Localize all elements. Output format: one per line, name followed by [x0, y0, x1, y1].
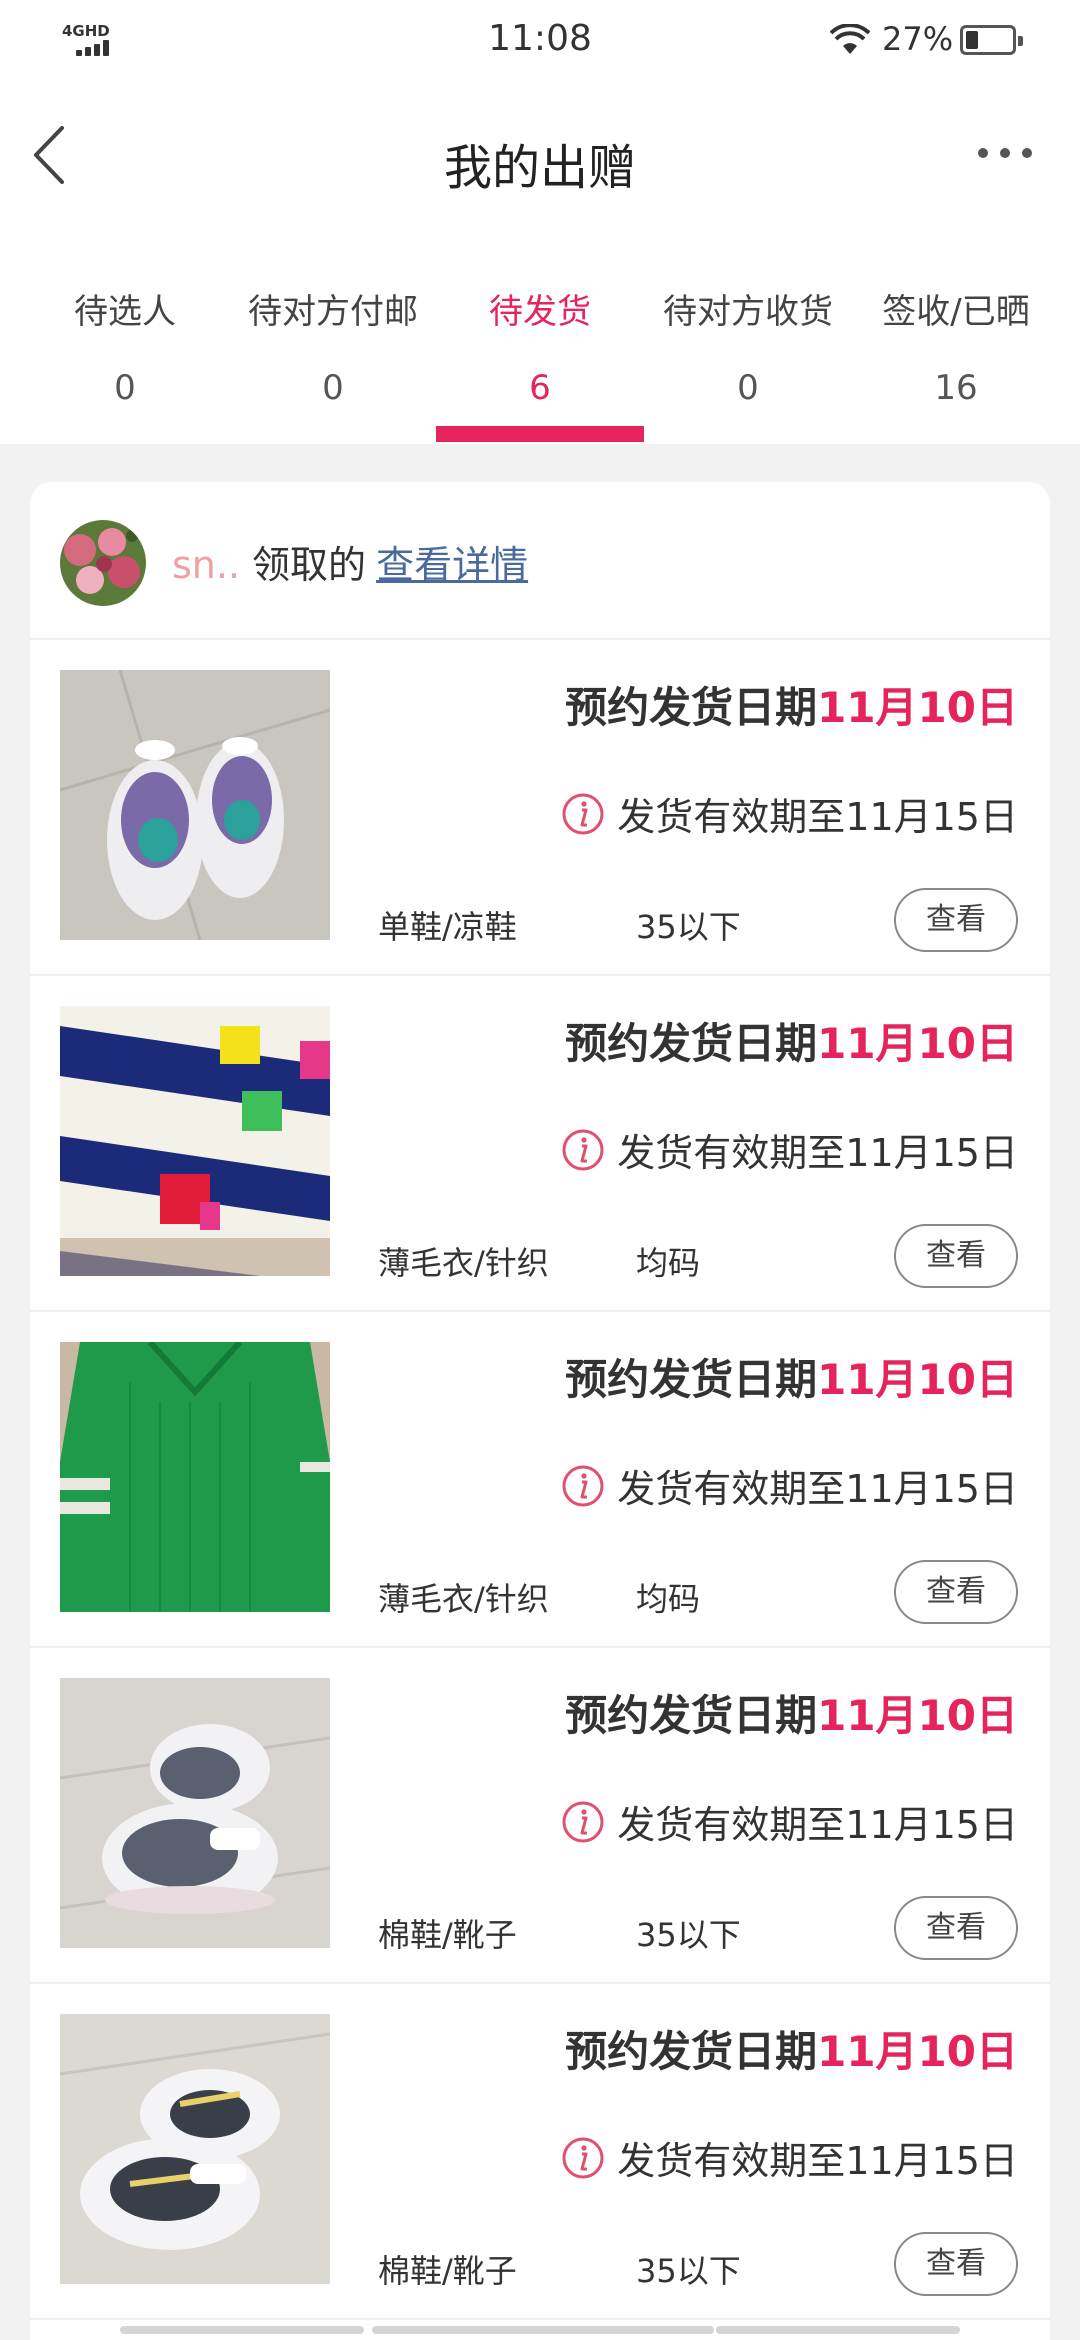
schedule-date: 11月10日 [817, 2027, 1018, 2076]
claimed-label: 领取的 [252, 543, 367, 587]
list-item: 预约发货日期11月10日 发货有效期至11月15日 单鞋/凉鞋 35以下 查看 [30, 640, 1050, 976]
wifi-icon [830, 24, 870, 54]
tab-label: 签收/已晒 [882, 292, 1030, 332]
status-tabs: 待选人 0 待对方付邮 0 待发货 6 待对方收货 0 签收/已晒 16 [0, 230, 1080, 444]
tab-label: 待对方收货 [663, 292, 833, 332]
claimant-username[interactable]: sn.. [172, 543, 240, 587]
item-size: 35以下 [636, 1916, 741, 1954]
tab-label: 待发货 [489, 292, 591, 332]
list-item: 预约发货日期11月10日 发货有效期至11月15日 棉鞋/靴子 35以下 查看 [30, 1984, 1050, 2320]
tab-pending-shipment[interactable]: 待发货 6 [436, 230, 644, 444]
item-category: 棉鞋/靴子 [378, 2252, 517, 2290]
purple-sneakers-image[interactable] [60, 670, 330, 940]
battery-icon [960, 25, 1023, 55]
schedule-label: 预约发货日期 [565, 1355, 818, 1404]
green-sweater-image[interactable] [60, 1342, 330, 1612]
item-category: 薄毛衣/针织 [378, 1580, 549, 1618]
tab-pending-receipt[interactable]: 待对方收货 0 [644, 230, 852, 444]
card-header: sn.. 领取的 查看详情 [30, 482, 1050, 640]
info-icon [562, 793, 604, 834]
validity-text: 发货有效期至11月15日 [617, 2139, 1018, 2183]
schedule-label: 预约发货日期 [565, 683, 818, 732]
bottom-scroll-hint [0, 2326, 1080, 2336]
scheduled-shipping-date: 预约发货日期11月10日 [565, 1346, 1018, 1407]
view-details-link[interactable]: 查看详情 [376, 543, 528, 587]
info-icon [562, 1801, 604, 1842]
avatar[interactable] [60, 520, 146, 606]
shipping-validity: 发货有效期至11月15日 [561, 786, 1018, 841]
list-item: 预约发货日期11月10日 发货有效期至11月15日 薄毛衣/针织 均码 查看 [30, 976, 1050, 1312]
tab-received[interactable]: 签收/已晒 16 [852, 230, 1060, 444]
shipping-validity: 发货有效期至11月15日 [561, 2130, 1018, 2185]
tab-pending-postage[interactable]: 待对方付邮 0 [229, 230, 437, 444]
active-tab-indicator [436, 426, 644, 442]
info-icon [562, 1129, 604, 1170]
tab-pending-selection[interactable]: 待选人 0 [21, 230, 229, 444]
page-title: 我的出赠 [443, 140, 636, 196]
schedule-date: 11月10日 [817, 1355, 1018, 1404]
schedule-label: 预约发货日期 [565, 1691, 818, 1740]
claimant-line: sn.. 领取的 查看详情 [172, 534, 528, 589]
view-button[interactable]: 查看 [894, 1224, 1018, 1288]
info-icon [562, 2137, 604, 2178]
list-item: 预约发货日期11月10日 发货有效期至11月15日 薄毛衣/针织 均码 查看 [30, 1312, 1050, 1648]
shipping-validity: 发货有效期至11月15日 [561, 1122, 1018, 1177]
item-size: 35以下 [636, 2252, 741, 2290]
striped-sweater-image[interactable] [60, 1006, 330, 1276]
item-size: 均码 [636, 1580, 701, 1618]
validity-text: 发货有效期至11月15日 [617, 795, 1018, 839]
tab-count: 16 [934, 368, 978, 408]
shipping-validity: 发货有效期至11月15日 [561, 1794, 1018, 1849]
view-button[interactable]: 查看 [894, 2232, 1018, 2296]
validity-text: 发货有效期至11月15日 [617, 1131, 1018, 1175]
validity-text: 发货有效期至11月15日 [617, 1467, 1018, 1511]
scheduled-shipping-date: 预约发货日期11月10日 [565, 1010, 1018, 1071]
tab-label: 待对方付邮 [248, 292, 418, 332]
item-category: 薄毛衣/针织 [378, 1244, 549, 1282]
schedule-date: 11月10日 [817, 683, 1018, 732]
status-bar: 4GHD 11:08 27% [0, 0, 1080, 80]
navigation-bar: 我的出赠 [0, 80, 1080, 230]
tab-count: 0 [322, 368, 344, 408]
schedule-label: 预约发货日期 [565, 2027, 818, 2076]
tab-count: 0 [737, 368, 759, 408]
grey-sneakers-image[interactable] [60, 1678, 330, 1948]
validity-text: 发货有效期至11月15日 [617, 1803, 1018, 1847]
scheduled-shipping-date: 预约发货日期11月10日 [565, 2018, 1018, 2079]
view-button[interactable]: 查看 [894, 1560, 1018, 1624]
scheduled-shipping-date: 预约发货日期11月10日 [565, 1682, 1018, 1743]
scheduled-shipping-date: 预约发货日期11月10日 [565, 674, 1018, 735]
tab-count: 0 [114, 368, 136, 408]
tab-label: 待选人 [74, 292, 176, 332]
schedule-label: 预约发货日期 [565, 1019, 818, 1068]
info-icon [562, 1465, 604, 1506]
item-size: 均码 [636, 1244, 701, 1282]
list-item: 预约发货日期11月10日 发货有效期至11月15日 棉鞋/靴子 35以下 查看 [30, 1648, 1050, 1984]
tab-count: 6 [529, 368, 551, 408]
schedule-date: 11月10日 [817, 1691, 1018, 1740]
item-category: 棉鞋/靴子 [378, 1916, 517, 1954]
white-sneakers-image[interactable] [60, 2014, 330, 2284]
schedule-date: 11月10日 [817, 1019, 1018, 1068]
donation-card: sn..领取的查看详情 预约发货日期11月10日 发货有效期至11月15日 [30, 482, 1050, 2340]
shipping-validity: 发货有效期至11月15日 [561, 1458, 1018, 1513]
item-size: 35以下 [636, 908, 741, 946]
view-button[interactable]: 查看 [894, 888, 1018, 952]
item-category: 单鞋/凉鞋 [378, 908, 517, 946]
view-button[interactable]: 查看 [894, 1896, 1018, 1960]
battery-percent: 27% [882, 20, 954, 58]
more-options-button[interactable] [978, 144, 1034, 164]
